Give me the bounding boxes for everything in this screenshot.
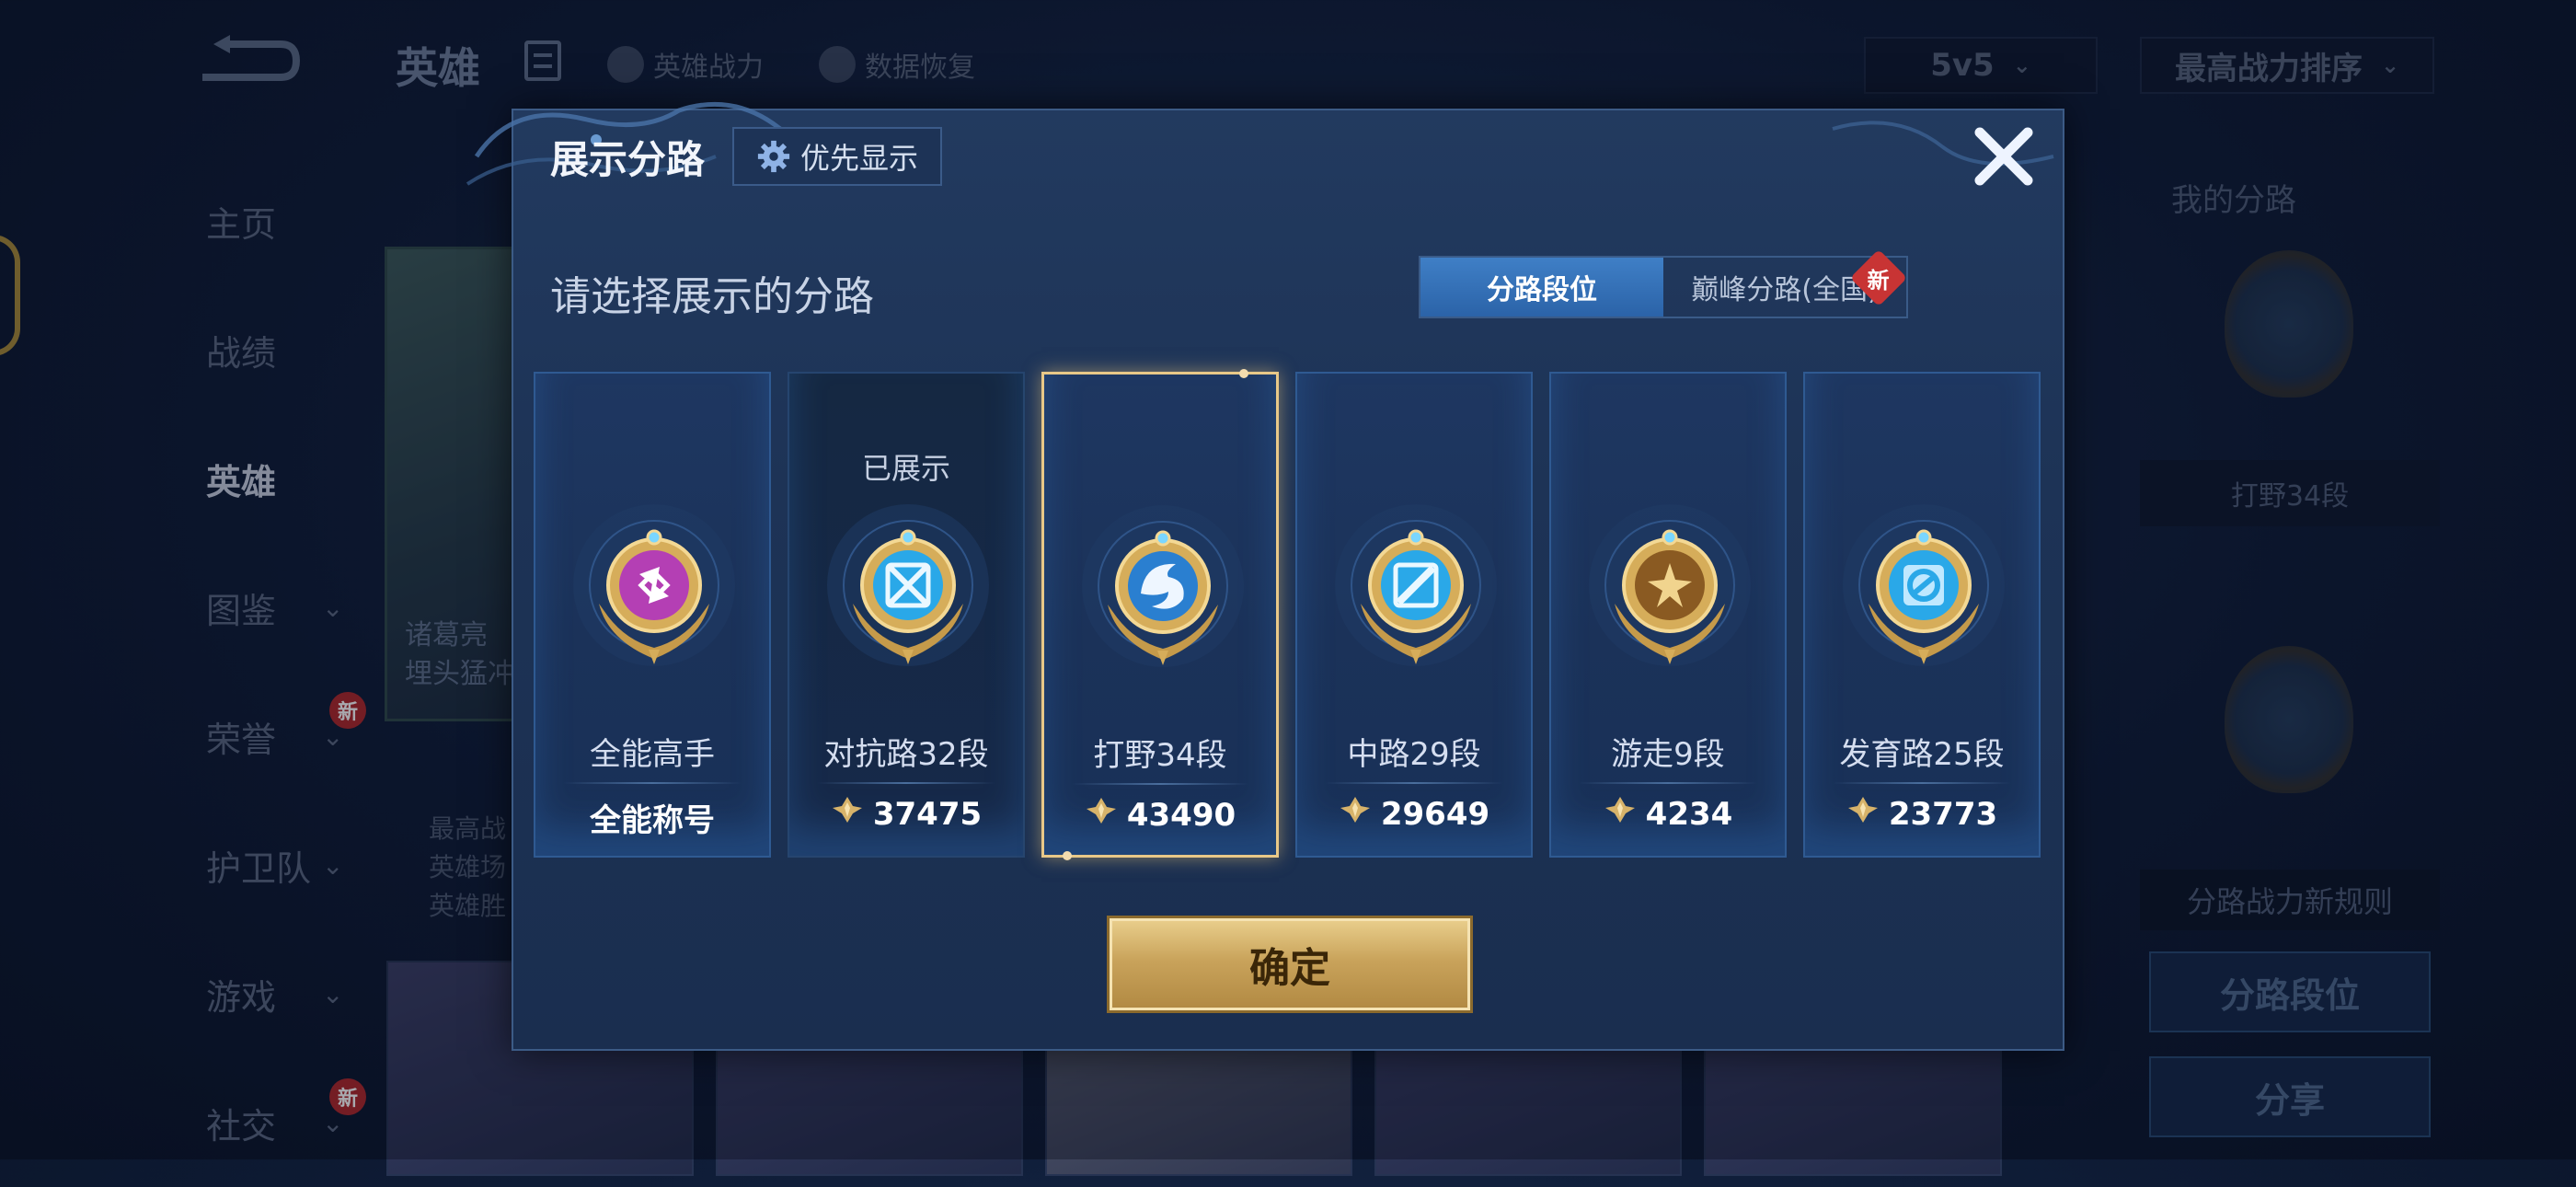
power-icon bbox=[1339, 795, 1372, 833]
lane-power: 23773 bbox=[1805, 795, 2039, 833]
lane-power-value: 23773 bbox=[1888, 795, 1998, 833]
new-badge-label: 新 bbox=[1868, 267, 1890, 294]
tab-label: 分路段位 bbox=[1487, 274, 1597, 306]
lane-name: 打野34段 bbox=[1093, 737, 1227, 774]
power-icon bbox=[831, 795, 864, 833]
dialog-subtitle: 请选择展示的分路 bbox=[550, 273, 874, 320]
confirm-button[interactable]: 确定 bbox=[1110, 918, 1470, 1010]
lane-power-value: 29649 bbox=[1380, 795, 1490, 833]
power-icon bbox=[1085, 796, 1118, 834]
lane-power-value: 4234 bbox=[1645, 795, 1733, 833]
lane-power-value: 43490 bbox=[1126, 796, 1236, 834]
lane-card[interactable]: 游走9段 4234 bbox=[1549, 372, 1787, 858]
divider bbox=[1833, 782, 2011, 784]
allround-emblem-icon bbox=[571, 502, 737, 677]
jungle-emblem-icon bbox=[1080, 503, 1246, 678]
gear-icon bbox=[757, 140, 790, 173]
lane-card[interactable]: 发育路25段 23773 bbox=[1803, 372, 2041, 858]
lane-power-value: 37475 bbox=[872, 795, 983, 833]
mid-lane-emblem-icon bbox=[1333, 502, 1499, 677]
divider bbox=[1325, 782, 1503, 784]
lane-power: 4234 bbox=[1551, 795, 1785, 833]
power-icon bbox=[1846, 795, 1880, 833]
lane-card[interactable]: 全能高手 全能称号 bbox=[534, 372, 771, 858]
power-icon bbox=[1604, 795, 1637, 833]
lane-power: 37475 bbox=[789, 795, 1023, 833]
close-icon[interactable] bbox=[1969, 121, 2039, 191]
lane-power: 43490 bbox=[1044, 796, 1276, 834]
lane-power-value: 全能称号 bbox=[590, 802, 715, 839]
roam-emblem-icon bbox=[1587, 502, 1753, 677]
divider bbox=[1579, 782, 1757, 784]
lane-card[interactable]: 中路29段 29649 bbox=[1295, 372, 1533, 858]
shown-tag: 已展示 bbox=[861, 451, 950, 486]
lane-name: 中路29段 bbox=[1347, 736, 1481, 773]
lane-name: 全能高手 bbox=[590, 736, 715, 773]
lane-display-dialog: 展示分路 优先显示 请选择展示的分路 分路段位 巅峰分路(全国) 新 全能高手全能称… bbox=[466, 101, 2064, 1051]
lane-name: 对抗路32段 bbox=[823, 736, 989, 773]
divider bbox=[563, 782, 742, 784]
lane-card[interactable]: 已展示对抗路32段 37475 bbox=[788, 372, 1025, 858]
clash-lane-emblem-icon bbox=[825, 502, 991, 677]
selection-corner-dot bbox=[1239, 369, 1248, 378]
divider bbox=[1072, 783, 1248, 785]
farm-lane-emblem-icon bbox=[1841, 502, 2007, 677]
lane-card-list: 全能高手全能称号 已展示对抗路32段 37475 打野34段 43490 中路29段 296… bbox=[534, 369, 2044, 860]
tab-lane-1[interactable]: 巅峰分路(全国) 新 bbox=[1663, 248, 1908, 317]
dialog-title: 展示分路 bbox=[550, 137, 706, 182]
lane-power: 全能称号 bbox=[535, 795, 769, 840]
lane-name: 发育路25段 bbox=[1839, 736, 2005, 773]
tab-label: 巅峰分路(全国) bbox=[1691, 274, 1879, 306]
lane-tab-group: 分路段位 巅峰分路(全国) 新 bbox=[1419, 248, 1908, 318]
selection-corner-dot bbox=[1063, 851, 1072, 860]
lane-name: 游走9段 bbox=[1611, 736, 1725, 773]
lane-card[interactable]: 打野34段 43490 bbox=[1041, 369, 1279, 860]
tab-lane-0[interactable]: 分路段位 bbox=[1420, 258, 1663, 317]
priority-display-button[interactable]: 优先显示 bbox=[732, 127, 942, 186]
lane-power: 29649 bbox=[1297, 795, 1531, 833]
divider bbox=[817, 782, 995, 784]
